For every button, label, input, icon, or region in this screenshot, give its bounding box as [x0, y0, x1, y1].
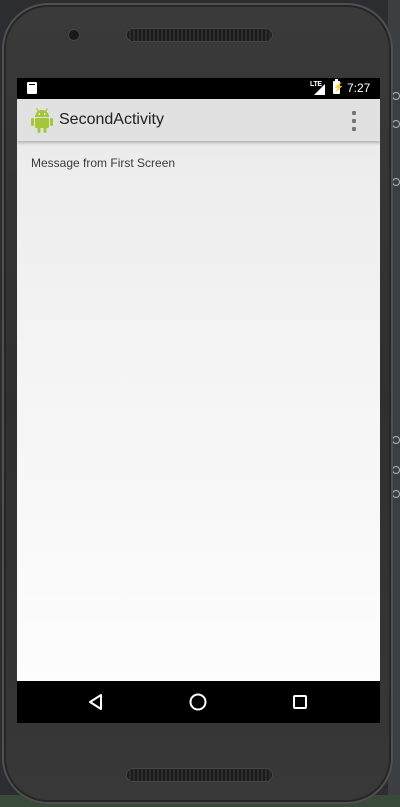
navigation-bar: [17, 681, 380, 723]
battery-charging-icon: ⚡: [333, 79, 345, 94]
bottom-speaker: [127, 769, 272, 781]
action-bar: SecondActivity: [17, 99, 380, 141]
content-area: Message from First Screen: [17, 141, 380, 681]
sd-card-icon: [27, 82, 37, 94]
overflow-menu-icon[interactable]: [348, 110, 360, 132]
message-text: Message from First Screen: [31, 156, 176, 170]
recents-icon[interactable]: [290, 692, 310, 712]
android-logo-icon: [31, 107, 53, 133]
back-icon[interactable]: [86, 692, 106, 712]
top-speaker: [127, 29, 272, 41]
status-time: 7:27: [347, 81, 371, 95]
lte-signal-icon: [314, 84, 325, 95]
device-screen: LTE ⚡ 7:27 SecondActivity Message from F…: [17, 78, 380, 723]
status-bar: LTE ⚡ 7:27: [17, 78, 380, 99]
home-icon[interactable]: [188, 692, 208, 712]
front-camera: [69, 30, 79, 40]
activity-title: SecondActivity: [59, 111, 164, 128]
